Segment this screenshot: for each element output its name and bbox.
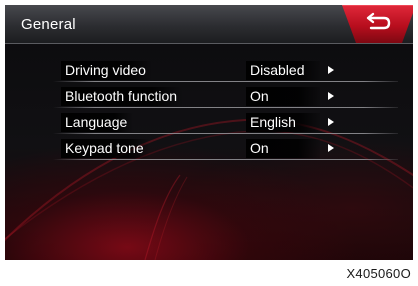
chevron-right-icon	[328, 144, 334, 152]
setting-value: English	[246, 113, 320, 132]
return-arrow-icon	[342, 5, 413, 43]
setting-label: Bluetooth function	[61, 87, 184, 106]
setting-label: Language	[61, 113, 134, 132]
setting-row-bluetooth-function[interactable]: Bluetooth function On	[53, 84, 398, 108]
row-divider	[53, 159, 398, 160]
header-bar: General	[5, 5, 413, 44]
setting-value: On	[246, 87, 320, 106]
chevron-right-icon	[328, 66, 334, 74]
row-divider	[53, 81, 398, 82]
setting-row-driving-video[interactable]: Driving video Disabled	[53, 58, 398, 82]
setting-row-keypad-tone[interactable]: Keypad tone On	[53, 136, 398, 160]
setting-row-language[interactable]: Language English	[53, 110, 398, 134]
setting-label: Keypad tone	[61, 139, 150, 158]
chevron-right-icon	[328, 92, 334, 100]
setting-value: Disabled	[246, 61, 320, 80]
chevron-right-icon	[328, 118, 334, 126]
row-divider	[53, 133, 398, 134]
back-button[interactable]	[342, 5, 413, 43]
page-title: General	[21, 16, 76, 33]
settings-screen: General Driving video Disabled Bluetooth…	[5, 5, 413, 260]
setting-value: On	[246, 139, 320, 158]
row-divider	[53, 107, 398, 108]
figure-id-caption: X405060O	[346, 266, 411, 281]
setting-label: Driving video	[61, 61, 152, 80]
